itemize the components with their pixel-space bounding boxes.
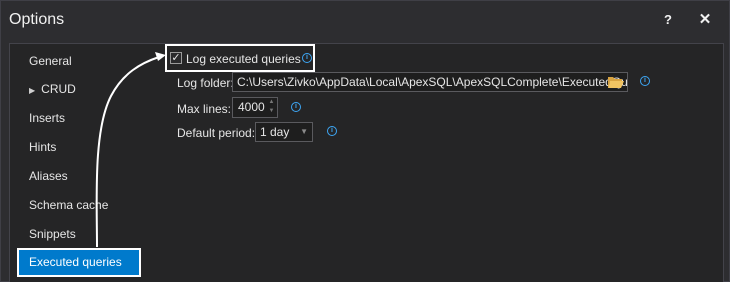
sidebar-item-schema-cache[interactable]: Schema cache	[17, 191, 141, 220]
sidebar-item-label: Executed queries	[29, 255, 122, 269]
folder-open-icon[interactable]	[607, 74, 625, 90]
sidebar-item-general[interactable]: General	[17, 47, 141, 76]
sidebar-item-label: Aliases	[29, 169, 68, 183]
info-icon[interactable]: i	[327, 126, 337, 136]
sidebar-item-executed-queries[interactable]: Executed queries	[17, 248, 141, 277]
sidebar-item-label: General	[29, 54, 72, 68]
sidebar-item-label: CRUD	[41, 82, 76, 96]
log-folder-label: Log folder:	[177, 76, 234, 90]
chevron-up-icon[interactable]: ▲	[266, 98, 277, 107]
sidebar-item-label: Snippets	[29, 227, 76, 241]
close-button[interactable]: ✕	[694, 9, 716, 31]
max-lines-stepper[interactable]: ▲ ▼	[266, 98, 277, 117]
sidebar-item-label: Hints	[29, 140, 57, 154]
sidebar-item-crud[interactable]: ▶ CRUD	[17, 75, 141, 104]
max-lines-label: Max lines:	[177, 102, 232, 116]
options-window: Options ? ✕ General ▶ CRUD Inserts Hints …	[0, 0, 730, 282]
sidebar-item-label: Inserts	[29, 111, 66, 125]
sidebar-item-hints[interactable]: Hints	[17, 133, 141, 162]
chevron-down-icon[interactable]: ▼	[266, 107, 277, 116]
chevron-down-icon[interactable]: ▼	[300, 123, 308, 141]
window-title: Options	[9, 11, 65, 28]
title-bar: Options ? ✕	[1, 1, 730, 39]
info-icon[interactable]: i	[640, 76, 650, 86]
triangle-right-icon[interactable]: ▶	[29, 86, 35, 95]
info-icon[interactable]: i	[291, 102, 301, 112]
sidebar-item-snippets[interactable]: Snippets	[17, 220, 141, 249]
sidebar-item-aliases[interactable]: Aliases	[17, 162, 141, 191]
info-icon[interactable]: i	[302, 53, 312, 63]
log-folder-input[interactable]: C:\Users\Zivko\AppData\Local\ApexSQL\Ape…	[232, 72, 628, 92]
default-period-select[interactable]: 1 day ▼	[255, 122, 313, 142]
default-period-label: Default period:	[177, 126, 256, 140]
options-content-panel: General ▶ CRUD Inserts Hints Aliases Sche…	[9, 43, 724, 282]
log-executed-queries-checkbox[interactable]: ✓	[170, 52, 182, 64]
log-executed-queries-label[interactable]: Log executed queries	[186, 52, 301, 66]
default-period-value: 1 day	[260, 125, 290, 139]
sidebar-item-label: Schema cache	[29, 198, 109, 212]
help-button[interactable]: ?	[657, 9, 679, 31]
sidebar-item-inserts[interactable]: Inserts	[17, 104, 141, 133]
check-icon: ✓	[171, 52, 181, 64]
options-sidebar: General ▶ CRUD Inserts Hints Aliases Sche…	[10, 44, 150, 282]
